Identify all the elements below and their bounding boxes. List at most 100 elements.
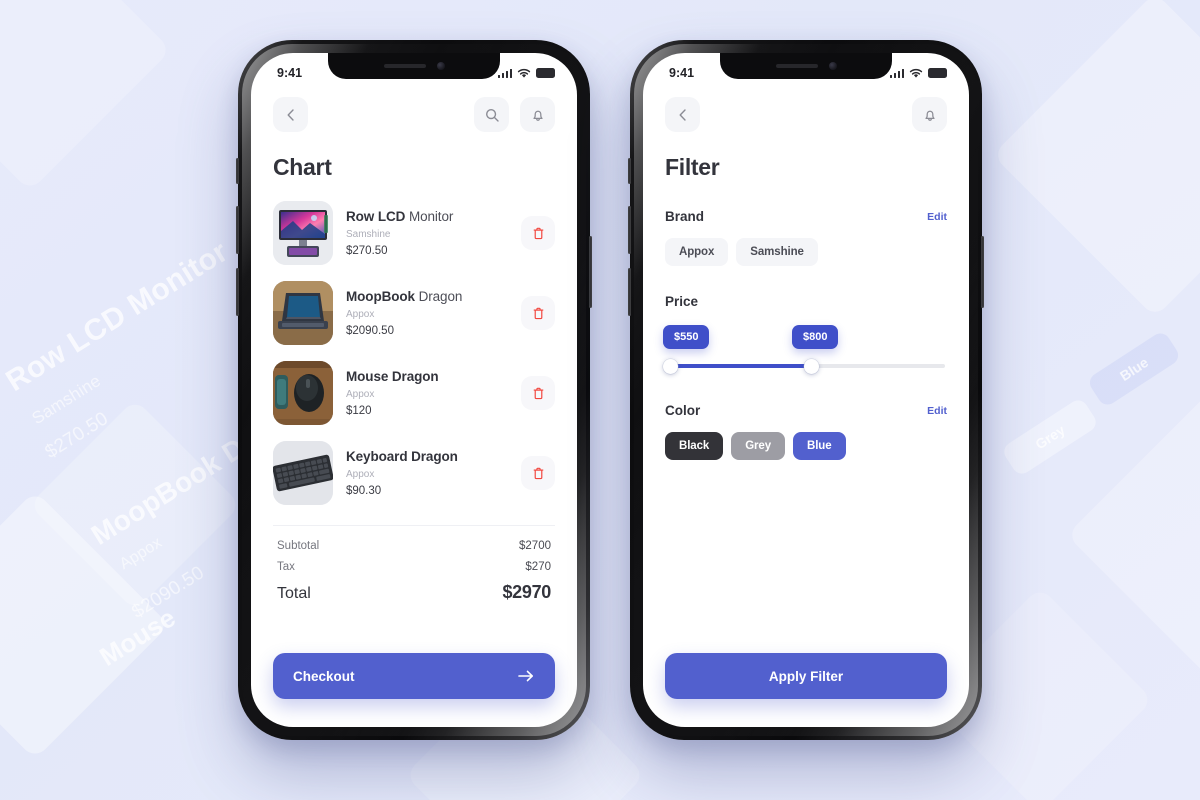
slider-thumb-max[interactable] (804, 359, 819, 374)
bell-icon (924, 110, 935, 121)
delete-item-button[interactable] (521, 456, 555, 490)
brand-chip-samshine[interactable]: Samshine (736, 238, 818, 266)
volume-down-button[interactable] (236, 268, 239, 316)
app-header (251, 87, 577, 132)
price-range-slider[interactable] (663, 357, 947, 375)
brand-chip-appox[interactable]: Appox (665, 238, 729, 266)
status-time: 9:41 (669, 66, 695, 80)
checkout-label: Checkout (293, 668, 355, 684)
product-thumbnail-mouse (273, 361, 333, 425)
product-name: Mouse Dragon (346, 369, 439, 384)
deco-diamond (1066, 386, 1200, 684)
watermark-chip: Grey (1000, 396, 1100, 478)
apply-filter-button[interactable]: Apply Filter (665, 653, 947, 699)
wifi-icon (909, 68, 923, 78)
product-price: $90.30 (346, 485, 382, 497)
watermark-text: Samshine (28, 371, 105, 429)
price-max-bubble: $800 (792, 325, 839, 349)
trash-icon (533, 307, 543, 319)
delete-item-button[interactable] (521, 376, 555, 410)
background-decoration: Row LCD Monitor Samshine $270.50 MoopBoo… (0, 0, 1200, 800)
color-section-header: Color Edit (665, 403, 947, 418)
cart-item-row[interactable]: MoopBook Dragon Appox $2090.50 (269, 273, 559, 353)
product-name: Keyboard Dragon (346, 449, 458, 464)
order-summary: Subtotal $2700 Tax $270 Total $2970 (251, 526, 577, 603)
front-camera-icon (436, 62, 445, 70)
color-chip-blue[interactable]: Blue (793, 432, 846, 460)
deco-diamond (992, 0, 1200, 318)
status-time: 9:41 (277, 66, 303, 80)
mute-switch[interactable] (236, 158, 239, 184)
page-title: Chart (273, 154, 332, 180)
power-button[interactable] (981, 236, 984, 308)
deco-diamond (28, 398, 242, 612)
delete-item-button[interactable] (521, 296, 555, 330)
watermark-text: Appox (116, 534, 166, 574)
product-brand: Samshine (346, 229, 391, 240)
trash-icon (533, 387, 543, 399)
watermark-text: $2090.50 (128, 562, 209, 623)
watermark-text: $270.50 (41, 408, 113, 464)
product-name: MoopBook Dragon (346, 289, 463, 304)
brand-edit-link[interactable]: Edit (927, 211, 947, 223)
chevron-left-icon (679, 108, 686, 121)
brand-section-header: Brand Edit (665, 209, 947, 224)
notifications-button[interactable] (520, 97, 555, 132)
notch (720, 53, 892, 79)
trash-icon (533, 467, 543, 479)
color-chip-row: Black Grey Blue (665, 432, 947, 460)
notch (328, 53, 500, 79)
back-button[interactable] (273, 97, 308, 132)
section-title: Color (665, 403, 701, 418)
volume-up-button[interactable] (628, 206, 631, 254)
filter-body: Brand Edit Appox Samshine Price $550 $80… (643, 209, 969, 460)
total-label: Total (277, 585, 311, 602)
volume-up-button[interactable] (236, 206, 239, 254)
signal-bars-icon (889, 68, 904, 78)
color-chip-grey[interactable]: Grey (731, 432, 785, 460)
deco-diamond (0, 0, 172, 192)
trash-icon (533, 227, 543, 239)
product-thumbnail-lcd-monitor (273, 201, 333, 265)
phone-device-filter: 9:41 Filter Brand Edit Appox Samshine Pr… (628, 40, 984, 740)
deco-diamond (0, 490, 170, 760)
product-price: $120 (346, 405, 372, 417)
battery-icon (928, 68, 947, 78)
price-value-bubbles: $550 $800 (663, 325, 947, 351)
cart-item-row[interactable]: Row LCD Monitor Samshine $270.50 (269, 193, 559, 273)
earpiece-speaker (775, 64, 818, 68)
slider-thumb-min[interactable] (663, 359, 678, 374)
summary-label: Subtotal (277, 540, 320, 552)
product-brand: Appox (346, 389, 375, 400)
color-edit-link[interactable]: Edit (927, 405, 947, 417)
back-button[interactable] (665, 97, 700, 132)
summary-value: $270 (525, 561, 551, 573)
watermark-text: Mouse (94, 602, 181, 672)
product-thumbnail-laptop (273, 281, 333, 345)
checkout-button[interactable]: Checkout (273, 653, 555, 699)
signal-bars-icon (497, 68, 512, 78)
watermark-chip: Blue (1086, 329, 1182, 409)
brand-chip-row: Appox Samshine (665, 238, 947, 266)
summary-value: $2700 (519, 540, 551, 552)
total-value: $2970 (502, 582, 551, 602)
cart-item-row[interactable]: Mouse Dragon Appox $120 (269, 353, 559, 433)
summary-row-tax: Tax $270 (277, 561, 551, 573)
cart-screen: 9:41 Chart Row LCD Monitor Samshine $270… (251, 53, 577, 727)
product-name: Row LCD Monitor (346, 209, 454, 224)
power-button[interactable] (589, 236, 592, 308)
section-title: Price (665, 294, 699, 309)
summary-row-subtotal: Subtotal $2700 (277, 540, 551, 552)
cart-item-row[interactable]: Keyboard Dragon Appox $90.30 (269, 433, 559, 513)
mute-switch[interactable] (628, 158, 631, 184)
volume-down-button[interactable] (628, 268, 631, 316)
battery-icon (536, 68, 555, 78)
delete-item-button[interactable] (521, 216, 555, 250)
app-header (643, 87, 969, 132)
search-button[interactable] (474, 97, 509, 132)
notifications-button[interactable] (912, 97, 947, 132)
wifi-icon (517, 68, 531, 78)
color-chip-black[interactable]: Black (665, 432, 724, 460)
product-price: $2090.50 (346, 325, 394, 337)
filter-screen: 9:41 Filter Brand Edit Appox Samshine Pr… (643, 53, 969, 727)
